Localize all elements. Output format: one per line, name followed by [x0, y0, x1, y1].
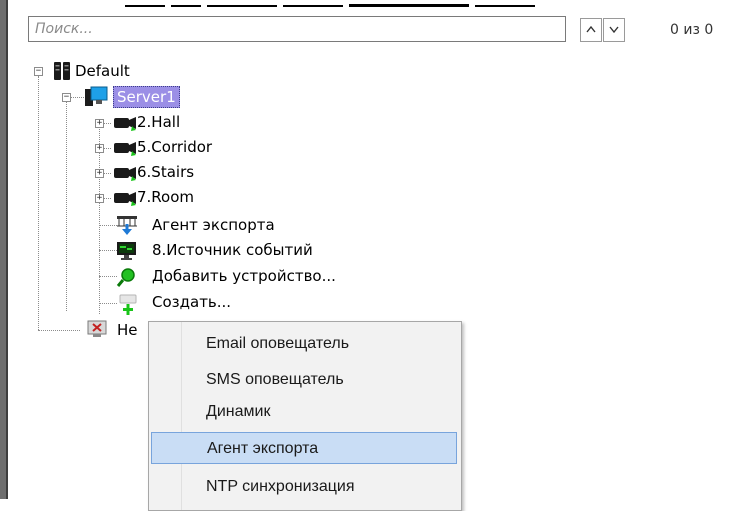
search-input[interactable] — [28, 16, 566, 42]
tree-node-server1[interactable]: Server1 — [113, 86, 180, 108]
tree-node-export-agent[interactable]: Агент экспорта — [152, 215, 275, 235]
tree-node-event-source[interactable]: 8.Источник событий — [152, 240, 313, 260]
menu-item-speaker[interactable]: Динамик — [151, 396, 457, 428]
menu-item-email-notifier[interactable]: Email оповещатель — [151, 328, 457, 360]
tree-node-camera-3[interactable]: 6.Stairs — [137, 162, 194, 182]
camera-icon — [112, 112, 136, 132]
menu-item-ntp-sync[interactable]: NTP синхронизация — [151, 471, 457, 503]
tree-node-partial[interactable]: Не — [117, 320, 138, 340]
window-left-edge — [0, 0, 8, 499]
tree-node-add-device[interactable]: Добавить устройство... — [152, 266, 336, 286]
menu-item-export-agent[interactable]: Агент экспорта — [151, 432, 457, 464]
tree-node-camera-4[interactable]: 7.Room — [137, 187, 194, 207]
search-result-count: 0 из 0 — [670, 22, 714, 38]
expand-toggle-camera-3[interactable]: + — [95, 169, 104, 178]
chevron-up-icon — [586, 26, 596, 33]
export-agent-icon — [116, 214, 137, 235]
chevron-down-icon — [609, 26, 619, 33]
menu-item-sms-notifier[interactable]: SMS оповещатель — [151, 364, 457, 396]
tree-node-create[interactable]: Создать... — [152, 292, 231, 312]
camera-icon — [112, 187, 136, 207]
expand-toggle-camera-4[interactable]: + — [95, 194, 104, 203]
tree-node-camera-2[interactable]: 5.Corridor — [137, 137, 212, 157]
create-context-menu: Email оповещатель SMS оповещатель Динами… — [148, 321, 462, 511]
expand-toggle-default[interactable]: − — [34, 67, 43, 76]
search-add-icon — [116, 266, 136, 287]
search-next-button[interactable] — [603, 18, 625, 42]
event-source-icon — [116, 240, 136, 260]
expand-toggle-server1[interactable]: − — [62, 93, 71, 102]
create-plus-icon — [116, 292, 137, 315]
monitor-x-icon — [86, 320, 107, 340]
expand-toggle-camera-1[interactable]: + — [95, 119, 104, 128]
cropped-caption-fragment — [125, 0, 645, 7]
tree-node-default[interactable]: Default — [75, 61, 130, 81]
search-prev-button[interactable] — [580, 18, 602, 42]
server-rack-icon — [52, 61, 72, 81]
tree-node-camera-1[interactable]: 2.Hall — [137, 112, 180, 132]
expand-toggle-camera-2[interactable]: + — [95, 144, 104, 153]
server-monitor-icon — [84, 86, 108, 106]
camera-icon — [112, 137, 136, 157]
camera-icon — [112, 162, 136, 182]
